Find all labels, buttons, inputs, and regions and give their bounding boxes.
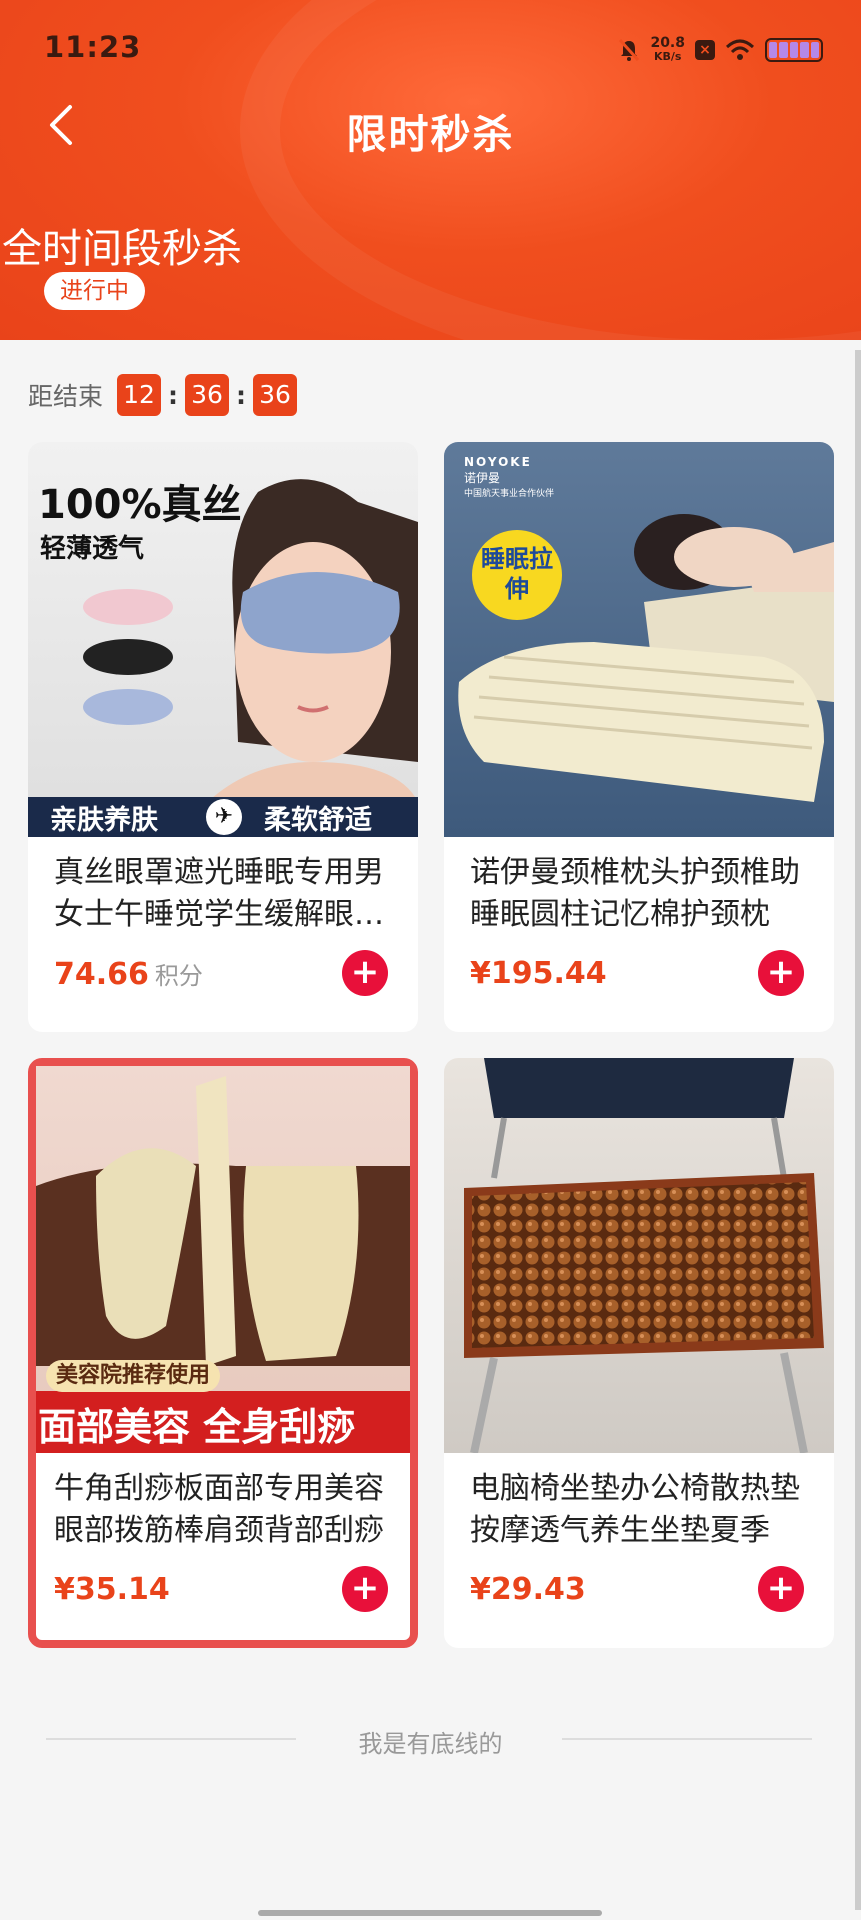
brand-name-cn: 诺伊曼: [464, 471, 501, 485]
product-price: 74.66 积分: [54, 956, 203, 992]
seat-cushion-illustration: [464, 1058, 824, 1453]
add-to-cart-button[interactable]: +: [758, 950, 804, 996]
sim-x-icon: ×: [695, 40, 715, 60]
status-time: 11:23: [44, 30, 142, 64]
add-to-cart-button[interactable]: +: [342, 1566, 388, 1612]
battery-icon: [765, 38, 823, 62]
price-currency: ¥: [470, 1572, 491, 1607]
wifi-icon: [725, 39, 755, 60]
product-card[interactable]: NOYOKE 诺伊曼 中国航天事业合作伙伴 睡眠拉伸 诺伊曼颈椎枕头护颈椎助睡眠…: [444, 442, 834, 1032]
badge-sleep-stretch: 睡眠拉伸: [472, 530, 562, 620]
product-image[interactable]: 100%真丝 轻薄透气 亲肤养肤 ✈ 柔软舒适: [28, 442, 418, 837]
countdown-seconds: 36: [253, 374, 298, 416]
session-title[interactable]: 全时间段秒杀: [2, 216, 242, 274]
brand-sub: 中国航天事业合作伙伴: [464, 489, 555, 499]
net-speed-unit: KB/s: [653, 50, 682, 63]
image-headline: 100%真丝: [38, 482, 242, 528]
product-image[interactable]: NOYOKE 诺伊曼 中国航天事业合作伙伴 睡眠拉伸: [444, 442, 834, 837]
product-image[interactable]: 美容院推荐使用 面部美容 全身刮痧: [36, 1066, 410, 1453]
net-speed-value: 20.8: [650, 35, 685, 51]
image-subline: 轻薄透气: [40, 534, 145, 564]
product-name[interactable]: 电脑椅坐垫办公椅散热垫按摩透气养生坐垫夏季: [470, 1468, 810, 1552]
countdown-minutes: 36: [185, 374, 230, 416]
countdown-hours: 12: [117, 374, 162, 416]
image-banner: 面部美容 全身刮痧: [38, 1405, 356, 1449]
footer-end-text: 我是有底线的: [358, 1730, 503, 1758]
add-to-cart-button[interactable]: +: [758, 1566, 804, 1612]
session-status-badge: 进行中: [44, 272, 145, 310]
countdown-label: 距结束: [28, 382, 104, 411]
image-banner-left: 亲肤养肤: [50, 805, 158, 836]
airplane-icon: ✈: [206, 799, 242, 835]
product-image[interactable]: [444, 1058, 834, 1453]
price-currency: ¥: [470, 956, 491, 991]
price-unit: 积分: [154, 962, 203, 990]
price-value: 29.43: [490, 1572, 586, 1607]
mute-icon: [619, 38, 640, 62]
price-currency: ¥: [54, 1572, 75, 1607]
page-title: 限时秒杀: [346, 112, 515, 158]
gua-sha-illustration: [36, 1076, 410, 1453]
brand-name-en: NOYOKE: [464, 455, 532, 469]
countdown: 距结束 12 : 36 : 36: [28, 374, 298, 416]
home-indicator[interactable]: [258, 1910, 602, 1916]
product-price: ¥ 35.14: [54, 1572, 176, 1607]
footer-divider-right: [562, 1738, 812, 1740]
product-name[interactable]: 牛角刮痧板面部专用美容眼部拨筋棒肩颈背部刮痧: [54, 1468, 394, 1552]
price-value: 74.66: [54, 957, 149, 992]
header: 11:23 20.8 KB/s × 限时秒杀 全时间段秒杀 进行中: [0, 0, 861, 340]
add-to-cart-button[interactable]: +: [342, 950, 388, 996]
product-name[interactable]: 真丝眼罩遮光睡眠专用男女士午睡觉学生缓解眼疲劳: [54, 852, 394, 936]
price-value: 195.44: [490, 956, 607, 991]
product-price: ¥ 29.43: [470, 1572, 592, 1607]
price-value: 35.14: [74, 1572, 170, 1607]
countdown-separator: :: [236, 380, 247, 410]
product-card[interactable]: 100%真丝 轻薄透气 亲肤养肤 ✈ 柔软舒适 真丝眼罩遮光睡眠专用男女士午睡觉…: [28, 442, 418, 1032]
product-card[interactable]: 美容院推荐使用 面部美容 全身刮痧 牛角刮痧板面部专用美容眼部拨筋棒肩颈背部刮痧…: [28, 1058, 418, 1648]
image-banner-right: 柔软舒适: [264, 805, 372, 836]
image-tag: 美容院推荐使用: [46, 1360, 221, 1392]
product-card[interactable]: 电脑椅坐垫办公椅散热垫按摩透气养生坐垫夏季 ¥ 29.43 +: [444, 1058, 834, 1648]
product-price: ¥ 195.44: [470, 956, 613, 991]
scrollbar[interactable]: [855, 350, 861, 1910]
brand-logo: NOYOKE 诺伊曼 中国航天事业合作伙伴: [464, 454, 554, 502]
status-icons: 20.8 KB/s ×: [618, 36, 823, 64]
net-speed: 20.8 KB/s: [650, 36, 685, 64]
product-name[interactable]: 诺伊曼颈椎枕头护颈椎助睡眠圆柱记忆棉护颈枕: [470, 852, 810, 936]
countdown-separator: :: [168, 380, 179, 410]
